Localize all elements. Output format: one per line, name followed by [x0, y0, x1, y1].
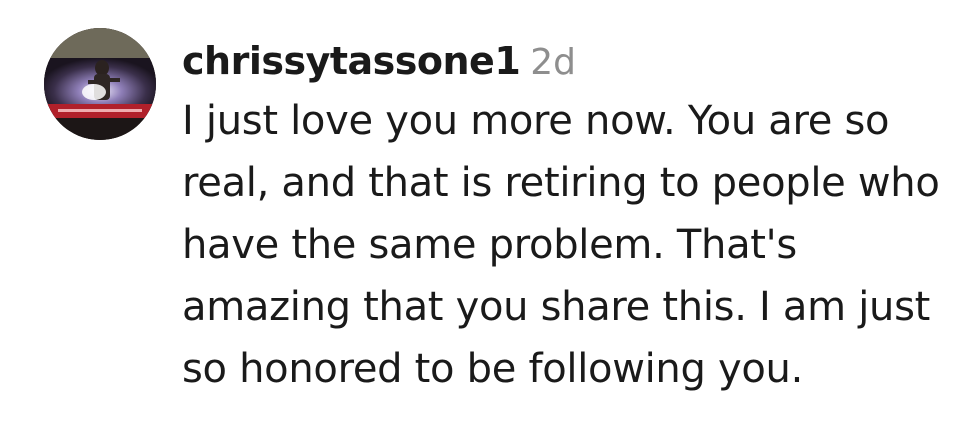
- comment-meta: chrissytassone1 2d: [182, 32, 962, 90]
- comment-item: chrissytassone1 2d I just love you more n…: [0, 0, 980, 442]
- comment-body: chrissytassone1 2d I just love you more n…: [182, 32, 962, 400]
- avatar[interactable]: [44, 28, 156, 140]
- avatar-photo-icon: [44, 28, 156, 140]
- comment-text: I just love you more now. You are so rea…: [182, 98, 940, 392]
- username-link[interactable]: chrissytassone1: [182, 39, 521, 83]
- comment-timestamp[interactable]: 2d: [530, 42, 576, 83]
